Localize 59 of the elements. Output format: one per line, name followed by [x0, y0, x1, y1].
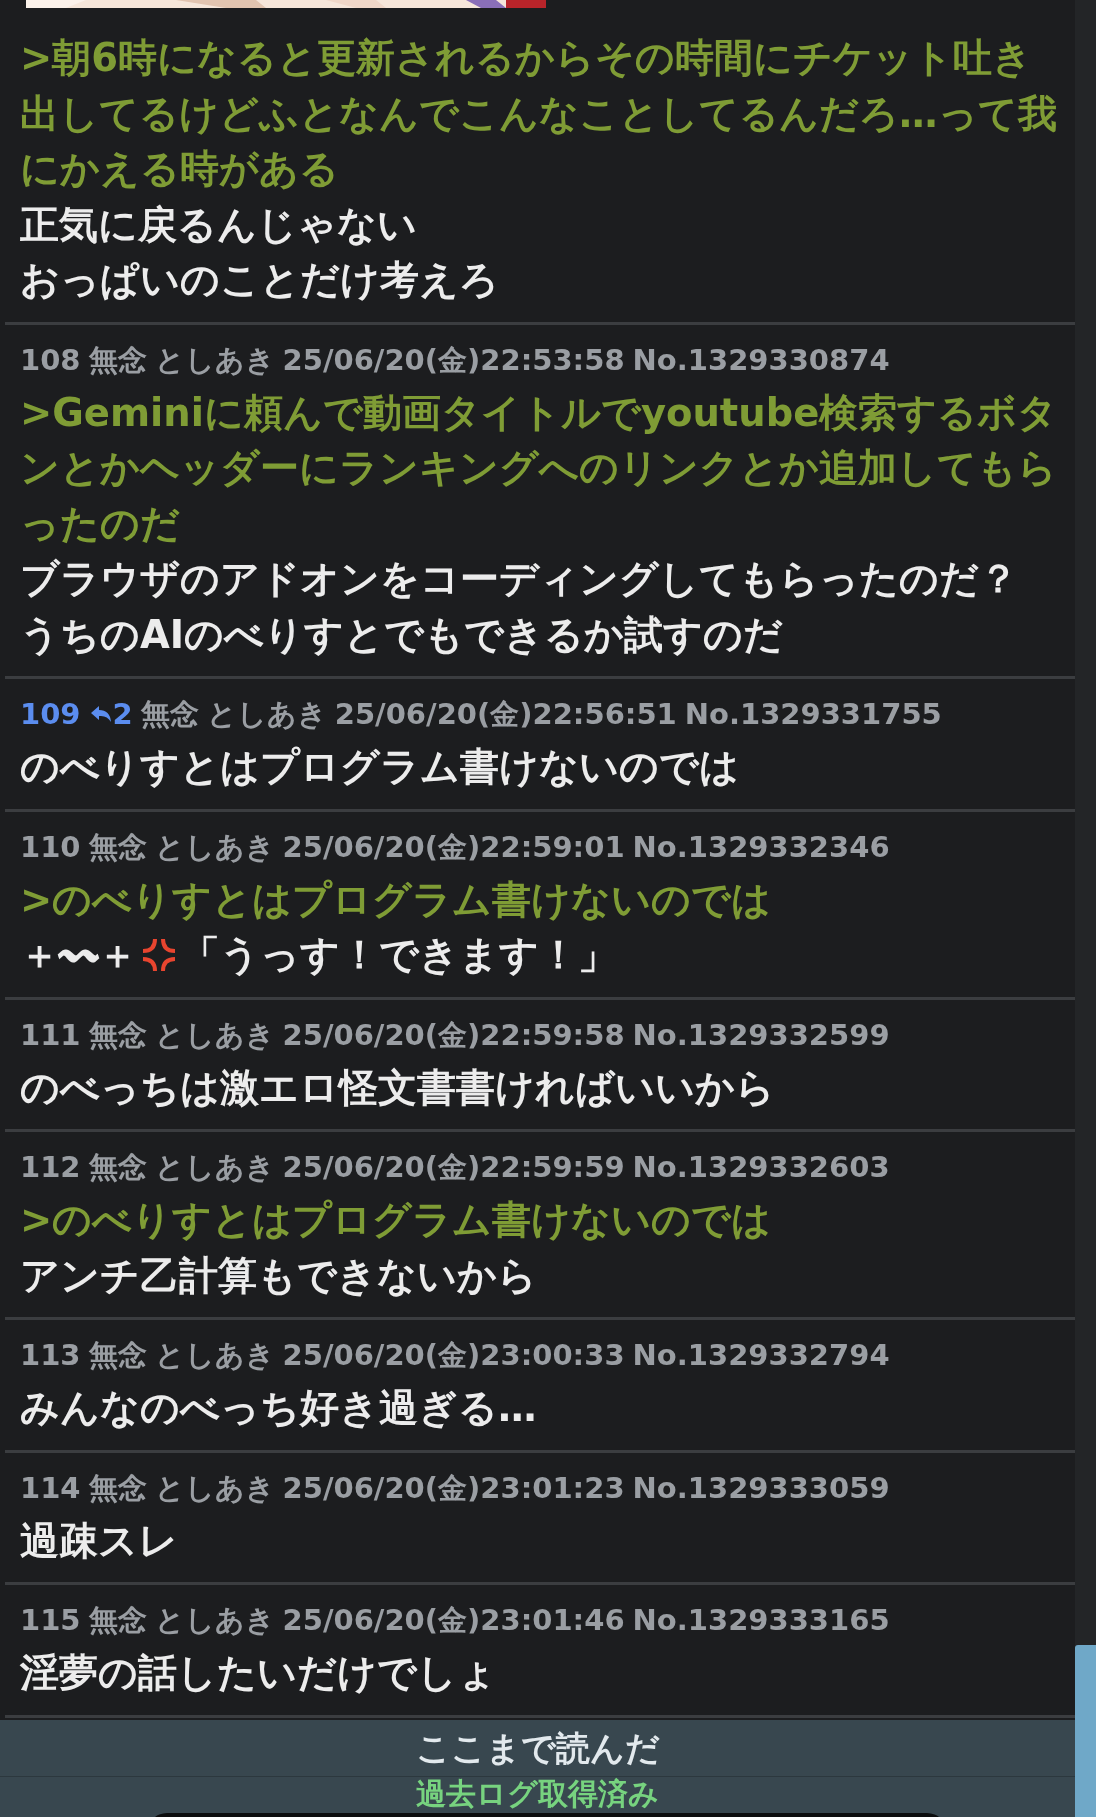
quote-text: >Geminiに頼んで動画タイトルでyoutube検索するボタンとかヘッダーにランキングへのリンクとか追加してもらったのだ	[20, 388, 1059, 548]
post-id[interactable]: No.1329330874	[632, 334, 890, 385]
post-text: 淫夢の話したいだけでしょ	[20, 1649, 498, 1697]
post-datetime: 25/06/20(金)22:59:58	[282, 1016, 625, 1054]
post-text: おっぱいのことだけ考えろ	[20, 256, 500, 304]
poster-name: 無念	[88, 1602, 147, 1639]
post-datetime: 25/06/20(金)23:01:46	[282, 1602, 625, 1639]
poster-name: 無念	[88, 1469, 147, 1507]
post-text: 過疎スレ	[20, 1516, 179, 1565]
poster-author: としあき	[154, 1149, 275, 1186]
poster-author: としあき	[154, 1602, 275, 1639]
post-text: みんなのべっち好き過ぎる…	[20, 1384, 538, 1432]
quote-text: >朝6時になると更新されるからその時間にチケット吐き出してるけどふとなんでこんなことしてるんだろ…って我にかえる時がある	[20, 34, 1058, 193]
post-id[interactable]: No.1329331755	[684, 689, 942, 739]
post-number[interactable]: 114	[20, 1462, 81, 1513]
post-id[interactable]: No.1329332599	[632, 1009, 890, 1060]
post-text: 正気に戻るんじゃない	[20, 200, 418, 249]
post-datetime: 25/06/20(金)22:59:01	[282, 828, 625, 866]
poster-author: としあき	[206, 696, 327, 733]
post-text: アンチ乙計算もできないから	[20, 1251, 538, 1300]
poster-author: としあき	[154, 1337, 275, 1374]
poster-name: 無念	[140, 696, 199, 733]
archive-status: 過去ログ取得済み	[415, 1777, 660, 1811]
poster-author: としあき	[154, 341, 275, 379]
post-number[interactable]: 112	[20, 1142, 81, 1192]
post-datetime: 25/06/20(金)23:01:23	[282, 1469, 625, 1507]
post-text: 「うっす！できます！」	[181, 931, 617, 979]
poster-name: 無念	[88, 828, 147, 866]
post-id[interactable]: No.1329332346	[632, 821, 890, 872]
post-text: ＋〰＋	[20, 931, 137, 979]
post-id[interactable]: No.1329333165	[632, 1595, 890, 1645]
quote-text: >のべりすとはプログラム書けないのでは	[20, 1196, 773, 1244]
poster-name: 無念	[88, 341, 147, 379]
post-text: のべっちは激エロ怪文書書ければいいから	[20, 1063, 776, 1112]
post-datetime: 25/06/20(金)22:59:59	[282, 1149, 625, 1186]
post-text: のべりすとはプログラム書けないのでは	[20, 743, 740, 791]
post-number[interactable]: 111	[20, 1009, 81, 1060]
poster-name: 無念	[88, 1016, 147, 1054]
poster-author: としあき	[154, 1016, 275, 1054]
post-number[interactable]: 115	[20, 1595, 81, 1645]
post-id[interactable]: No.1329333059	[632, 1462, 890, 1513]
post-id[interactable]: No.1329332794	[632, 1330, 890, 1380]
post-datetime: 25/06/20(金)22:56:51	[334, 696, 677, 733]
scrollbar-thumb[interactable]	[1075, 1645, 1096, 1817]
post-text: うちのAIのべりすとでもできるか試すのだ	[20, 610, 785, 659]
poster-author: としあき	[154, 828, 275, 866]
quote-text: >のべりすとはプログラム書けないのでは	[20, 875, 773, 924]
post-number[interactable]: 113	[20, 1330, 81, 1380]
reply-count[interactable]: 2	[112, 689, 133, 739]
poster-name: 無念	[88, 1149, 147, 1186]
post-datetime: 25/06/20(金)23:00:33	[282, 1337, 625, 1374]
post-number[interactable]: 108	[20, 334, 81, 385]
post-number[interactable]: 110	[20, 821, 81, 872]
post-id[interactable]: No.1329332603	[632, 1142, 890, 1192]
poster-author: としあき	[154, 1469, 275, 1507]
post-text: ブラウザのアドオンをコーディングしてもらったのだ？	[20, 555, 1019, 603]
post-datetime: 25/06/20(金)22:53:58	[282, 341, 625, 379]
poster-name: 無念	[88, 1337, 147, 1374]
post-number[interactable]: 109	[20, 689, 81, 739]
